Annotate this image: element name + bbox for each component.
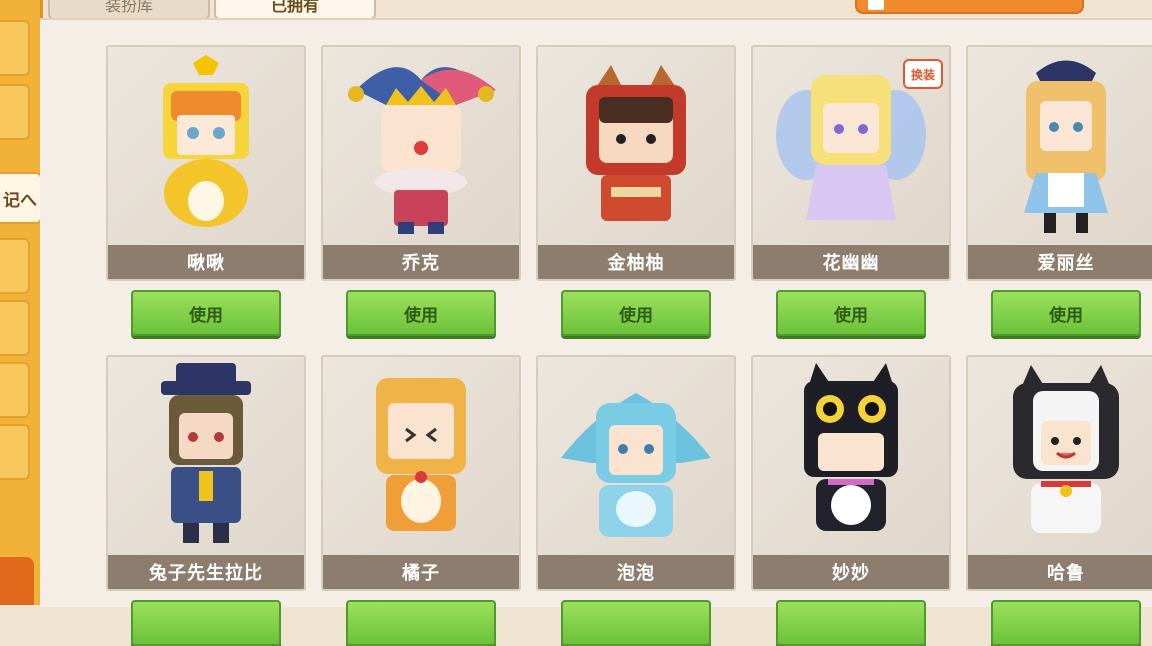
change-outfit-badge: 换装	[903, 59, 943, 89]
use-button[interactable]	[131, 600, 281, 646]
use-button[interactable]	[561, 600, 711, 646]
use-button[interactable]	[991, 600, 1141, 646]
skin-card[interactable]: 换装 花幽幽	[751, 45, 951, 281]
sidebar-item[interactable]	[0, 84, 30, 140]
skin-portrait	[108, 357, 304, 553]
tab-bar: 装扮库 已拥有	[48, 0, 376, 20]
sidebar-bottom-button[interactable]	[0, 557, 34, 605]
owned-skins-panel: 啾啾 使用 乔克 使用 金柚柚 使用 换装 花幽幽 使用 爱丽丝 使用 兔子先生…	[40, 18, 1152, 646]
skin-card[interactable]: 妙妙	[751, 355, 951, 591]
skin-name: 橘子	[323, 555, 519, 589]
skin-portrait	[323, 357, 519, 553]
skin-card[interactable]: 哈鲁	[966, 355, 1152, 591]
skin-name: 妙妙	[753, 555, 949, 589]
skin-portrait	[323, 47, 519, 243]
skin-name: 乔克	[323, 245, 519, 279]
skin-name: 金柚柚	[538, 245, 734, 279]
sidebar-item[interactable]	[0, 424, 30, 480]
tab-skin-library[interactable]: 装扮库	[48, 0, 210, 20]
skin-card[interactable]: 兔子先生拉比	[106, 355, 306, 591]
left-sidebar: 记へ	[0, 0, 43, 605]
skin-name: 花幽幽	[753, 245, 949, 279]
skin-name: 爱丽丝	[968, 245, 1152, 279]
sidebar-item[interactable]	[0, 238, 30, 294]
skin-portrait	[968, 357, 1152, 553]
tab-owned[interactable]: 已拥有	[214, 0, 376, 20]
use-button[interactable]: 使用	[131, 290, 281, 336]
top-right-button[interactable]	[855, 0, 1084, 14]
skin-card[interactable]: 啾啾	[106, 45, 306, 281]
skin-portrait	[538, 357, 734, 553]
sidebar-collapse-tab[interactable]: 记へ	[0, 172, 42, 224]
use-button[interactable]: 使用	[561, 290, 711, 336]
use-button[interactable]: 使用	[776, 290, 926, 336]
skin-portrait	[538, 47, 734, 243]
skin-portrait	[108, 47, 304, 243]
sidebar-item[interactable]	[0, 20, 30, 76]
skin-card[interactable]: 橘子	[321, 355, 521, 591]
use-button[interactable]: 使用	[346, 290, 496, 336]
skin-card[interactable]: 乔克	[321, 45, 521, 281]
bookmark-icon	[868, 0, 884, 10]
skin-portrait	[968, 47, 1152, 243]
skin-name: 啾啾	[108, 245, 304, 279]
skin-card[interactable]: 泡泡	[536, 355, 736, 591]
skin-portrait	[753, 357, 949, 553]
skin-card[interactable]: 爱丽丝	[966, 45, 1152, 281]
skin-name: 哈鲁	[968, 555, 1152, 589]
skin-card[interactable]: 金柚柚	[536, 45, 736, 281]
sidebar-item[interactable]	[0, 300, 30, 356]
skin-name: 兔子先生拉比	[108, 555, 304, 589]
skin-name: 泡泡	[538, 555, 734, 589]
use-button[interactable]: 使用	[991, 290, 1141, 336]
use-button[interactable]	[346, 600, 496, 646]
sidebar-item[interactable]	[0, 362, 30, 418]
use-button[interactable]	[776, 600, 926, 646]
